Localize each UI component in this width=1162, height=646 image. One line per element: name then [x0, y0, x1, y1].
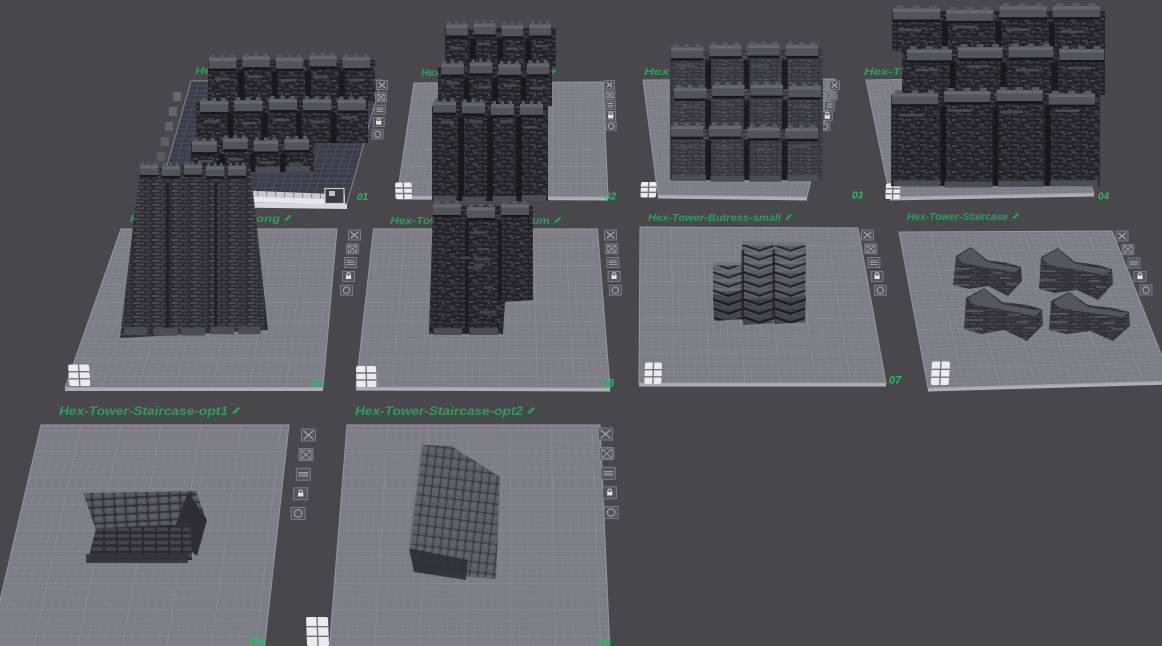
svg-text:06: 06 [602, 378, 615, 390]
svg-text:03: 03 [852, 191, 864, 202]
svg-text:Hex-Tower-Staircase: Hex-Tower-Staircase [907, 211, 1008, 223]
svg-text:10: 10 [596, 636, 611, 646]
svg-text:Hex-Tower-Staircase-opt1: Hex-Tower-Staircase-opt1 [59, 404, 228, 418]
svg-text:Hex-Tower-Butress-small: Hex-Tower-Butress-small [648, 212, 782, 224]
svg-text:04: 04 [1098, 192, 1110, 203]
svg-text:09: 09 [249, 635, 264, 646]
svg-text:07: 07 [889, 375, 902, 387]
svg-text:02: 02 [605, 192, 617, 203]
svg-text:05: 05 [310, 378, 323, 390]
svg-text:Hex-Tower-Staircase-opt2: Hex-Tower-Staircase-opt2 [355, 404, 523, 418]
svg-text:01: 01 [357, 192, 369, 203]
